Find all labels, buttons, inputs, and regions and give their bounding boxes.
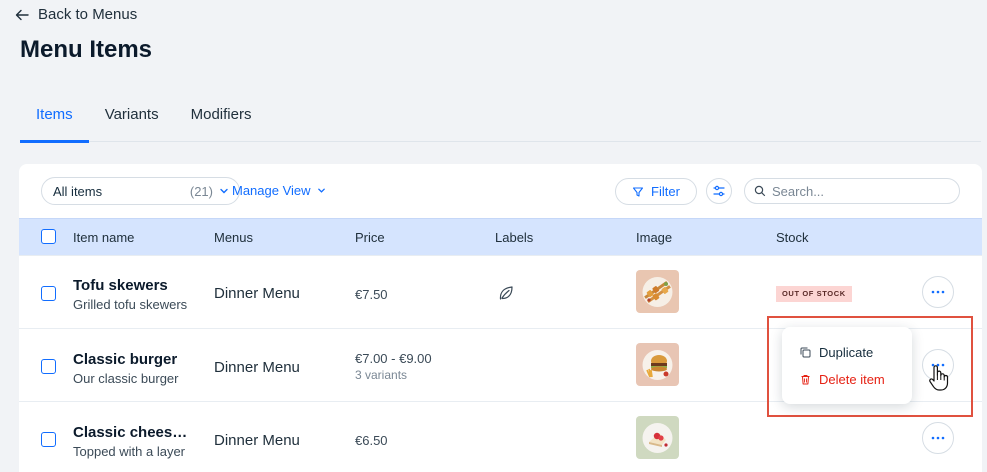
search-icon: [754, 185, 766, 197]
delete-label: Delete item: [819, 372, 885, 387]
table-toolbar: All items (21) Manage View Filter: [19, 164, 982, 218]
manage-view-button[interactable]: Manage View: [232, 183, 326, 198]
select-all-checkbox[interactable]: [41, 229, 56, 244]
search-box: [744, 178, 960, 204]
view-select[interactable]: All items (21): [41, 177, 240, 205]
duplicate-menu-item[interactable]: Duplicate: [800, 345, 873, 360]
column-header-menus[interactable]: Menus: [214, 230, 253, 245]
row-checkbox[interactable]: [41, 432, 56, 447]
burger-photo: [636, 343, 679, 386]
tab-variants[interactable]: Variants: [89, 96, 175, 142]
item-menu: Dinner Menu: [214, 432, 300, 449]
item-description: Our classic burger: [73, 371, 179, 386]
row-checkbox[interactable]: [41, 359, 56, 374]
column-header-item-name[interactable]: Item name: [73, 230, 134, 245]
item-price: €7.50: [355, 287, 388, 302]
row-more-actions-button[interactable]: [922, 349, 954, 381]
item-image: [636, 270, 679, 313]
row-more-actions-button[interactable]: [922, 422, 954, 454]
item-price: €7.00 - €9.00: [355, 351, 432, 366]
item-menu: Dinner Menu: [214, 285, 300, 302]
more-horizontal-icon: [931, 290, 945, 294]
table-row[interactable]: Classic cheesecake Topped with a layer D…: [19, 401, 982, 472]
manage-view-label: Manage View: [232, 183, 311, 198]
trash-icon: [801, 375, 810, 385]
items-table-card: All items (21) Manage View Filter Item n…: [19, 164, 982, 472]
more-horizontal-icon: [931, 363, 945, 367]
tab-modifiers[interactable]: Modifiers: [175, 96, 268, 142]
chevron-down-icon: [317, 188, 325, 193]
back-to-menus-link[interactable]: Back to Menus: [14, 6, 137, 23]
item-name: Tofu skewers: [73, 277, 168, 294]
item-name: Classic cheesecake: [73, 424, 191, 441]
filter-button[interactable]: Filter: [615, 178, 697, 205]
column-header-labels[interactable]: Labels: [495, 230, 533, 245]
item-description: Grilled tofu skewers: [73, 297, 188, 312]
sliders-icon: [713, 185, 725, 197]
item-menu: Dinner Menu: [214, 359, 300, 376]
item-image: [636, 343, 679, 386]
stock-status-badge: OUT OF STOCK: [776, 286, 852, 302]
row-more-actions-button[interactable]: [922, 276, 954, 308]
item-variants-count: 3 variants: [355, 368, 408, 382]
arrow-left-icon: [15, 9, 29, 20]
item-description: Topped with a layer: [73, 444, 186, 459]
duplicate-label: Duplicate: [819, 345, 874, 360]
column-header-price[interactable]: Price: [355, 230, 385, 245]
tofu-skewers-photo: [636, 270, 679, 313]
back-label: Back to Menus: [38, 6, 138, 23]
view-select-count: (21): [189, 183, 213, 199]
cheesecake-photo: [636, 416, 679, 459]
row-checkbox[interactable]: [41, 286, 56, 301]
filter-label: Filter: [651, 184, 680, 199]
page-title: Menu Items: [20, 36, 153, 63]
table-row[interactable]: Tofu skewers Grilled tofu skewers Dinner…: [19, 255, 982, 328]
delete-item-menu-item[interactable]: Delete item: [800, 372, 885, 387]
copy-icon: [800, 347, 811, 358]
row-actions-menu: Duplicate Delete item: [782, 327, 912, 404]
view-select-value: All items: [53, 183, 103, 199]
leaf-icon: [499, 286, 513, 300]
more-horizontal-icon: [931, 436, 945, 440]
column-header-image[interactable]: Image: [636, 230, 672, 245]
tab-items[interactable]: Items: [20, 96, 89, 143]
item-name: Classic burger: [73, 351, 178, 368]
filter-icon: [632, 186, 644, 197]
tab-bar: Items Variants Modifiers: [20, 96, 981, 143]
search-input[interactable]: [772, 183, 952, 199]
item-image: [636, 416, 679, 459]
chevron-down-icon: [220, 188, 228, 194]
item-price: €6.50: [355, 433, 388, 448]
table-header: Item name Menus Price Labels Image Stock: [19, 218, 982, 255]
customize-columns-button[interactable]: [706, 178, 732, 204]
column-header-stock[interactable]: Stock: [776, 230, 809, 245]
